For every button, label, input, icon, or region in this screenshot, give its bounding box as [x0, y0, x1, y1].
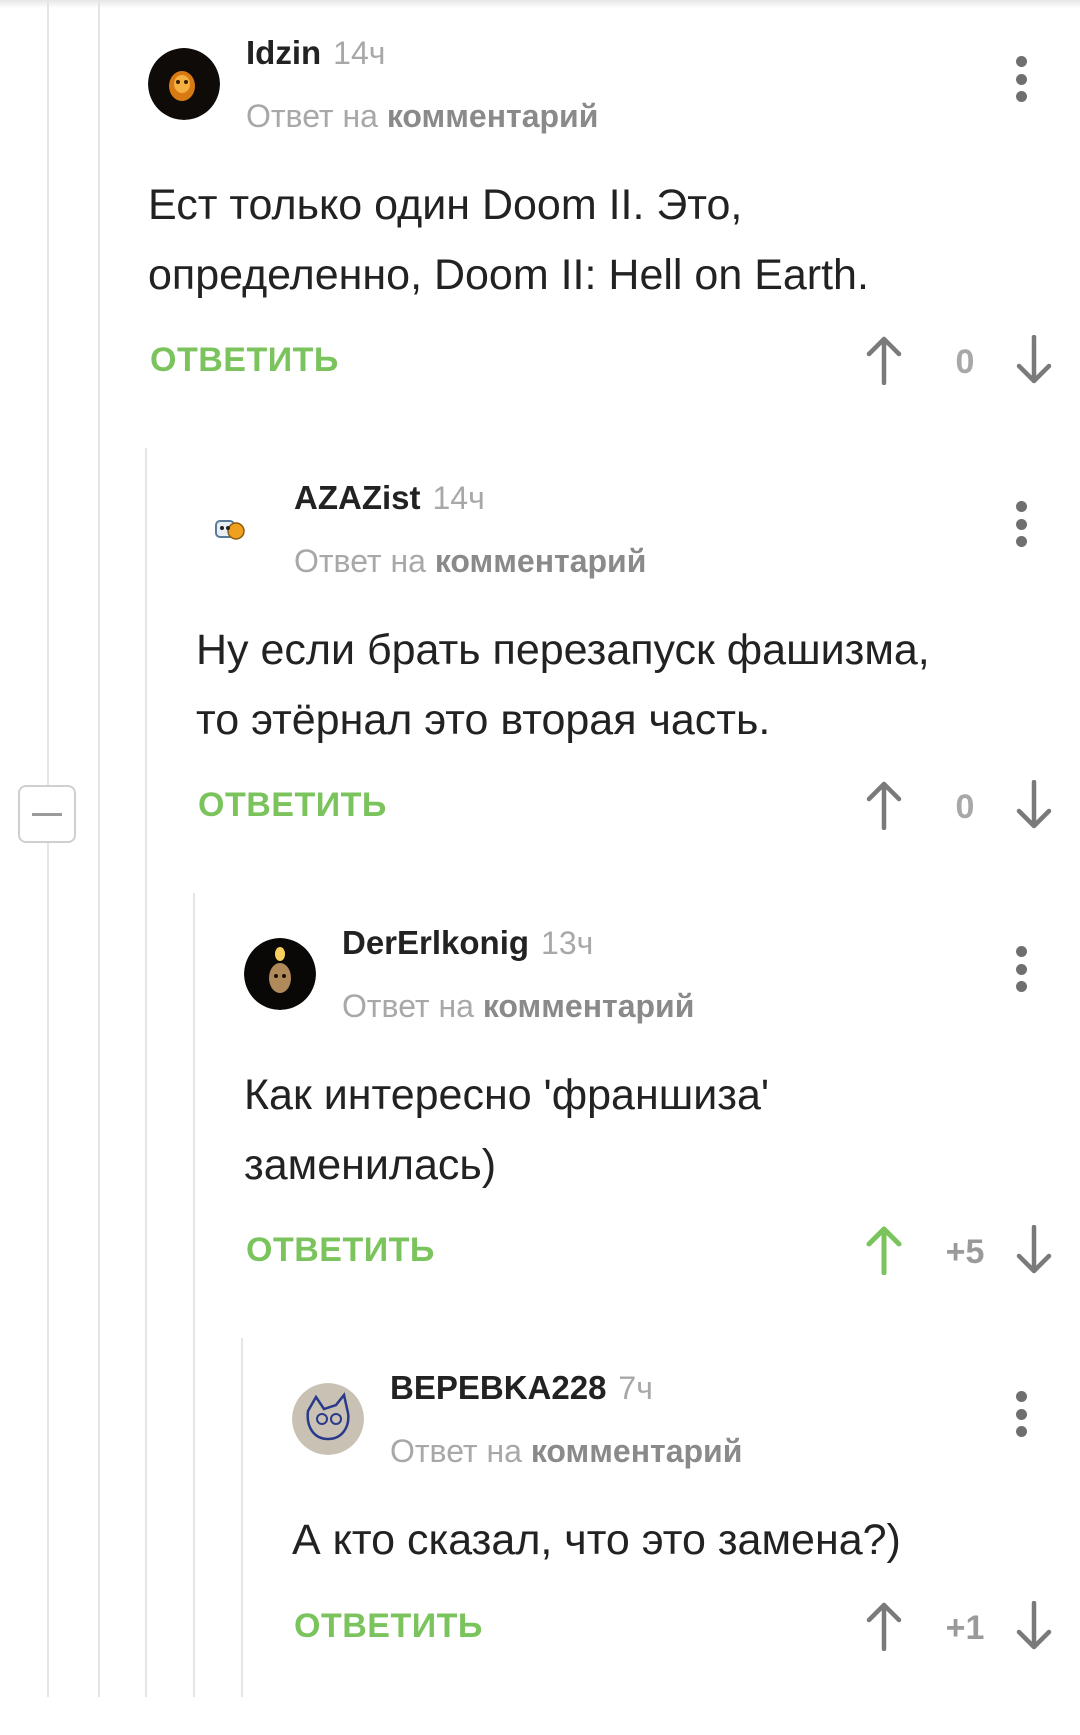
timestamp: 7ч [618, 1370, 653, 1406]
thread-line-level-2 [193, 893, 195, 1697]
comment-text: Ну если брать перезапуск фашизма, то этё… [196, 626, 930, 744]
thread-line-level-3 [241, 1338, 243, 1697]
downvote-arrow-icon[interactable] [1014, 335, 1054, 385]
avatar[interactable] [244, 938, 316, 1010]
vote-control: +1 [864, 1601, 1054, 1651]
reply-to-info: Ответ на комментарий [342, 988, 695, 1024]
comment-text: Ест только один Doom II. Это, определенн… [148, 181, 869, 299]
vote-control: 0 [864, 335, 1054, 385]
username[interactable]: Idzin 14ч [246, 34, 385, 72]
comment-text: Как интересно 'франшиза' заменилась) [244, 1071, 770, 1189]
reply-to-comment-link[interactable]: комментарий [435, 543, 647, 579]
reply-to-comment-link[interactable]: комментарий [483, 988, 695, 1024]
avatar[interactable] [292, 1383, 364, 1455]
thread-line-level-0 [47, 0, 49, 785]
downvote-arrow-icon[interactable] [1014, 780, 1054, 830]
reply-to-info: Ответ на комментарий [390, 1433, 743, 1469]
vote-score: +1 [945, 1609, 985, 1647]
avatar[interactable] [148, 48, 220, 120]
vote-score: 0 [955, 788, 975, 826]
thread-line-level-0-lower [47, 843, 49, 1697]
upvote-arrow-icon[interactable] [864, 780, 904, 830]
vote-score: +5 [945, 1233, 985, 1271]
vote-score: 0 [955, 343, 975, 381]
more-options-icon[interactable] [1014, 56, 1028, 102]
comment-text: А кто сказал, что это замена?) [292, 1516, 901, 1564]
upvote-arrow-icon[interactable] [864, 335, 904, 385]
upvote-arrow-icon[interactable] [864, 1601, 904, 1651]
reply-to-comment-link[interactable]: комментарий [387, 98, 599, 134]
reply-button[interactable]: ОТВЕТИТЬ [246, 1231, 435, 1270]
thread-line-level-0b [98, 0, 100, 1697]
downvote-arrow-icon[interactable] [1014, 1225, 1054, 1275]
avatar-image-icon [196, 493, 268, 565]
more-options-icon[interactable] [1014, 1391, 1028, 1437]
downvote-arrow-icon[interactable] [1014, 1601, 1054, 1651]
more-options-icon[interactable] [1014, 946, 1028, 992]
upvote-arrow-icon-active[interactable] [864, 1225, 904, 1275]
username[interactable]: AZAZist 14ч [294, 479, 485, 517]
reply-to-info: Ответ на комментарий [246, 98, 599, 134]
comment-item: BEPEBKA228 7ч Ответ на комментарий А кто … [292, 1335, 1080, 1735]
avatar-image-icon [148, 48, 220, 120]
reply-to-info: Ответ на комментарий [294, 543, 647, 579]
collapse-thread-button[interactable] [18, 785, 76, 843]
reply-button[interactable]: ОТВЕТИТЬ [150, 341, 339, 380]
comment-item: DerErlkonig 13ч Ответ на комментарий Как … [244, 890, 1080, 1290]
avatar-image-icon [292, 1383, 364, 1455]
username[interactable]: DerErlkonig 13ч [342, 924, 593, 962]
username[interactable]: BEPEBKA228 7ч [390, 1369, 653, 1407]
avatar-image-icon [244, 938, 316, 1010]
avatar[interactable] [196, 493, 268, 565]
reply-to-comment-link[interactable]: комментарий [531, 1433, 743, 1469]
reply-button[interactable]: ОТВЕТИТЬ [198, 786, 387, 825]
vote-control: +5 [864, 1225, 1054, 1275]
comment-item: AZAZist 14ч Ответ на комментарий Ну если … [196, 445, 1080, 845]
minus-icon [32, 812, 62, 816]
timestamp: 13ч [541, 925, 594, 961]
vote-control: 0 [864, 780, 1054, 830]
thread-line-level-1 [145, 448, 147, 1697]
timestamp: 14ч [432, 480, 485, 516]
comment-item: Idzin 14ч Ответ на комментарий Ест только… [148, 0, 1080, 400]
more-options-icon[interactable] [1014, 501, 1028, 547]
reply-button[interactable]: ОТВЕТИТЬ [294, 1607, 483, 1646]
timestamp: 14ч [333, 35, 386, 71]
